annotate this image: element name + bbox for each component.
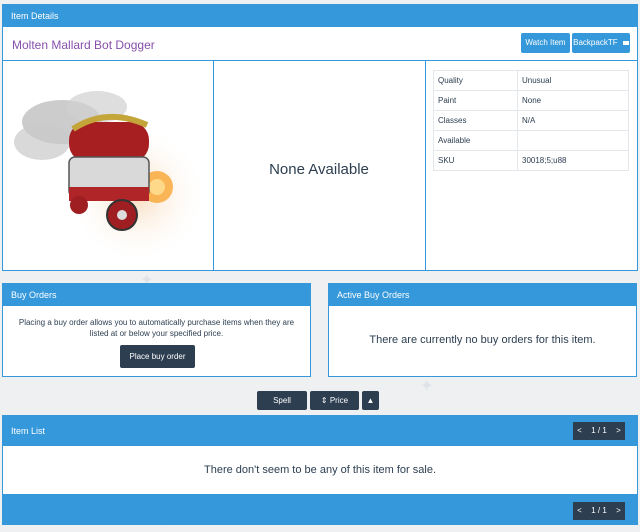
arrow-up-icon: ▲ xyxy=(366,396,375,405)
attr-label: Available xyxy=(433,130,518,151)
bottom-pager: < 1 / 1 > xyxy=(573,502,625,520)
buy-orders-header: Buy Orders xyxy=(3,284,310,306)
item-list-title: Item List xyxy=(11,426,46,436)
no-buy-orders-text: There are currently no buy orders for th… xyxy=(369,334,596,346)
spell-sort-label: Spell xyxy=(273,396,291,405)
active-buy-orders-header: Active Buy Orders xyxy=(329,284,636,306)
item-image xyxy=(7,67,209,265)
item-details-header: Item Details xyxy=(3,5,637,27)
attr-value: 30018;5;u88 xyxy=(517,150,629,171)
table-row: Quality Unusual xyxy=(433,70,629,91)
item-details-panel: Item Details Molten Mallard Bot Dogger W… xyxy=(2,4,638,271)
attr-label: Classes xyxy=(433,110,518,131)
attr-label: Quality xyxy=(433,70,518,91)
watch-item-label: Watch Item xyxy=(525,38,566,47)
pager-page-indicator: 1 / 1 xyxy=(586,502,612,520)
attr-value xyxy=(517,130,629,151)
pager-next-button[interactable]: > xyxy=(612,422,625,440)
item-name: Molten Mallard Bot Dogger xyxy=(12,38,155,52)
item-details-body: None Available Quality Unusual Paint Non… xyxy=(3,60,637,270)
attr-label: Paint xyxy=(433,90,518,111)
item-list-header: Item List xyxy=(3,416,637,446)
table-row: Available xyxy=(433,130,629,151)
background-decoration: ✦ xyxy=(420,378,434,395)
item-attributes-table: Quality Unusual Paint None Classes N/A A… xyxy=(433,70,629,171)
active-buy-orders-panel: Active Buy Orders There are currently no… xyxy=(328,283,637,377)
pager-page-indicator: 1 / 1 xyxy=(586,422,612,440)
pager-next-button[interactable]: > xyxy=(612,502,625,520)
attr-value: None xyxy=(517,90,629,111)
attr-value: Unusual xyxy=(517,70,629,91)
place-buy-order-button[interactable]: Place buy order xyxy=(120,345,195,368)
table-row: Paint None xyxy=(433,90,629,111)
no-items-text: There don't seem to be any of this item … xyxy=(204,464,436,476)
pager-prev-button[interactable]: < xyxy=(573,422,586,440)
spell-sort-button[interactable]: Spell xyxy=(257,391,307,410)
pager-prev-button[interactable]: < xyxy=(573,502,586,520)
sort-direction-button[interactable]: ▲ xyxy=(362,391,379,410)
buy-orders-description: Placing a buy order allows you to automa… xyxy=(18,318,295,338)
watch-item-button[interactable]: Watch Item xyxy=(521,33,570,53)
external-link-icon xyxy=(622,40,629,45)
place-buy-order-label: Place buy order xyxy=(129,352,186,361)
table-row: SKU 30018;5;u88 xyxy=(433,150,629,171)
backpacktf-label: BackpackTF xyxy=(573,38,618,47)
price-sort-button[interactable]: ⇕ Price xyxy=(310,391,359,410)
item-list-footer xyxy=(3,494,637,524)
buy-orders-panel: Buy Orders Placing a buy order allows yo… xyxy=(2,283,311,377)
backpacktf-button[interactable]: BackpackTF xyxy=(572,33,630,53)
column-divider xyxy=(425,61,426,270)
attr-label: SKU xyxy=(433,150,518,171)
price-sort-label: Price xyxy=(329,396,349,405)
item-list-panel: Item List < 1 / 1 > There don't seem to … xyxy=(2,415,638,525)
top-pager: < 1 / 1 > xyxy=(573,422,625,440)
sort-icon: ⇕ xyxy=(320,396,328,405)
attr-value: N/A xyxy=(517,110,629,131)
table-row: Classes N/A xyxy=(433,110,629,131)
none-available-text: None Available xyxy=(269,161,369,178)
